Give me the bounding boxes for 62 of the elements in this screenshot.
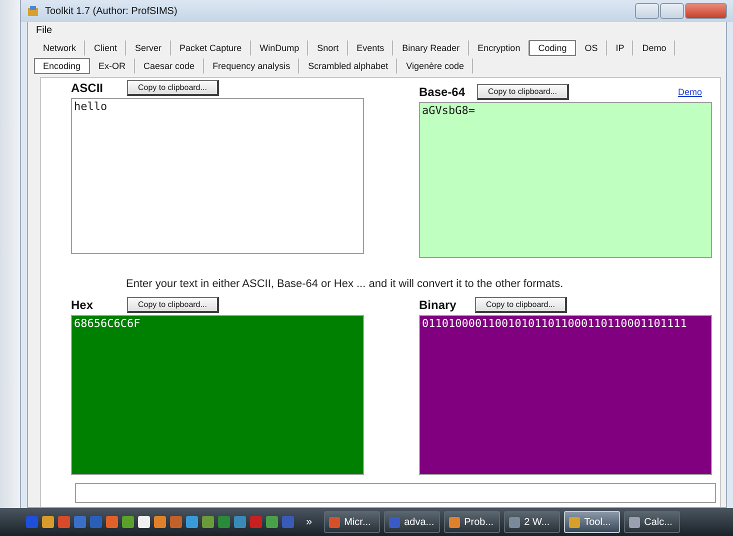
- panel-label: Base-64: [419, 85, 466, 99]
- launch-icon[interactable]: [186, 516, 198, 528]
- tab[interactable]: Snort: [308, 40, 348, 56]
- taskbar-button[interactable]: Tool...: [564, 511, 620, 533]
- panel-label: Binary: [419, 298, 458, 312]
- taskbar-button[interactable]: adva...: [384, 511, 440, 533]
- tab[interactable]: Frequency analysis: [204, 58, 300, 74]
- launch-icon[interactable]: [170, 516, 182, 528]
- tab[interactable]: Vigenère code: [397, 58, 474, 74]
- copy-button[interactable]: Copy to clipboard...: [475, 297, 567, 313]
- launch-icon[interactable]: [106, 516, 118, 528]
- tab[interactable]: Server: [126, 40, 171, 56]
- launch-icon[interactable]: [154, 516, 166, 528]
- tab[interactable]: Encoding: [34, 58, 90, 74]
- launch-icon[interactable]: [138, 516, 150, 528]
- copy-button[interactable]: Copy to clipboard...: [127, 297, 219, 313]
- tab[interactable]: Binary Reader: [393, 40, 469, 56]
- taskbar-button[interactable]: Micr...: [324, 511, 380, 533]
- panel-label: ASCII: [71, 81, 104, 95]
- taskbar-button[interactable]: 2 W...: [504, 511, 560, 533]
- overflow-chevron[interactable]: »: [306, 516, 312, 528]
- tab[interactable]: Demo: [633, 40, 676, 56]
- launch-icon[interactable]: [58, 516, 70, 528]
- text-field[interactable]: aGVsbG8=: [419, 102, 712, 258]
- tab[interactable]: Network: [34, 40, 86, 56]
- launch-icon[interactable]: [122, 516, 134, 528]
- tab[interactable]: WinDump: [250, 40, 308, 56]
- minimize-button[interactable]: [635, 3, 659, 19]
- launch-icon[interactable]: [74, 516, 86, 528]
- panel-label: Hex: [71, 298, 94, 312]
- instruction-text: Enter your text in either ASCII, Base-64 or Hex ... and it will convert it to the other formats.: [126, 278, 564, 290]
- close-button[interactable]: [685, 3, 727, 19]
- launch-icon[interactable]: [282, 516, 294, 528]
- tab[interactable]: Events: [348, 40, 394, 56]
- launch-icon[interactable]: [42, 516, 54, 528]
- text-field[interactable]: hello: [71, 98, 364, 254]
- launch-icon[interactable]: [202, 516, 214, 528]
- taskbar-button[interactable]: Calc...: [624, 511, 680, 533]
- window-title: Toolkit 1.7 (Author: ProfSIMS): [45, 6, 178, 16]
- tab[interactable]: Packet Capture: [170, 40, 251, 56]
- taskbar-button[interactable]: Prob...: [444, 511, 500, 533]
- tab[interactable]: OS: [576, 40, 607, 56]
- demo-link[interactable]: Demo: [678, 87, 702, 97]
- tab[interactable]: Scrambled alphabet: [299, 58, 398, 74]
- tab[interactable]: Client: [85, 40, 126, 56]
- menu-item[interactable]: File: [32, 25, 56, 36]
- launch-icon[interactable]: [218, 516, 230, 528]
- copy-button[interactable]: Copy to clipboard...: [127, 80, 219, 96]
- tab[interactable]: Caesar code: [134, 58, 204, 74]
- tab[interactable]: Ex-OR: [90, 58, 135, 74]
- text-field[interactable]: 0110100001100101011011000110110001101111: [419, 315, 712, 475]
- launch-icon[interactable]: [266, 516, 278, 528]
- launch-icon[interactable]: [90, 516, 102, 528]
- text-field[interactable]: 68656C6C6F: [71, 315, 364, 475]
- launch-icon[interactable]: [26, 516, 38, 528]
- tab[interactable]: IP: [606, 40, 634, 56]
- tab[interactable]: Coding: [529, 40, 576, 56]
- launch-icon[interactable]: [250, 516, 262, 528]
- app-icon: [27, 5, 39, 17]
- maximize-button[interactable]: [660, 3, 684, 19]
- copy-button[interactable]: Copy to clipboard...: [477, 84, 569, 100]
- launch-icon[interactable]: [234, 516, 246, 528]
